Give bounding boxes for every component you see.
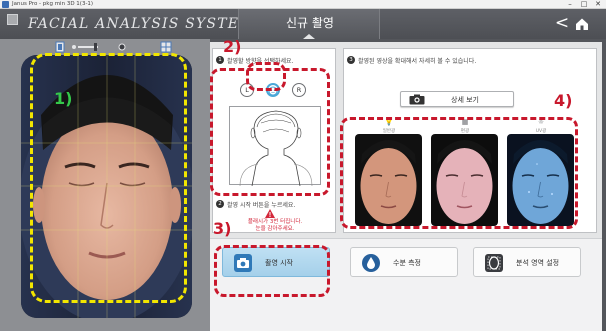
capture-instruction: 촬영 시작 버튼을 누르세요. xyxy=(227,202,296,209)
annotation-label-2: 2) xyxy=(223,37,242,56)
face-uv-image[interactable] xyxy=(507,134,574,226)
window-title: Janus Pro - pkg min 3D 1(3-1) xyxy=(12,1,94,7)
camera-icon xyxy=(234,254,252,272)
direction-left-button[interactable]: L xyxy=(240,83,254,97)
annotation-label-1: 1) xyxy=(54,89,73,108)
step-3-badge: 3 xyxy=(347,56,355,64)
annotation-label-3: 3) xyxy=(213,219,232,238)
grid-icon[interactable] xyxy=(160,41,172,53)
camera-preview[interactable] xyxy=(21,55,192,318)
window-title-bar: Janus Pro - pkg min 3D 1(3-1) – □ ✕ xyxy=(0,0,606,9)
uv-icon: ☼ xyxy=(537,118,545,126)
analysis-area-label: 분석 영역 설정 xyxy=(516,259,560,267)
head-position-guide xyxy=(229,106,321,187)
camera-zoom-icon xyxy=(409,94,425,105)
content-area: 1 촬영할 방향을 선택하세요. L R 2 촬영 시작 버튼을 누르세요. 플… xyxy=(210,42,602,331)
water-drop-icon xyxy=(362,254,380,272)
app-logo: FACIAL ANALYSIS SYSTEM xyxy=(28,16,255,32)
minimize-button[interactable]: – xyxy=(564,0,576,9)
moisture-measure-button[interactable]: 수분 측정 xyxy=(350,247,458,277)
start-capture-button[interactable]: 촬영 시작 xyxy=(222,247,330,277)
face-front-icon xyxy=(268,86,278,96)
start-capture-label: 촬영 시작 xyxy=(265,259,293,267)
direction-select-panel: 1 촬영할 방향을 선택하세요. L R 2 촬영 시작 버튼을 누르세요. 플… xyxy=(212,48,336,233)
direction-front-button[interactable] xyxy=(266,83,280,97)
detail-view-button[interactable]: 상세 보기 xyxy=(400,91,514,107)
maximize-button[interactable]: □ xyxy=(578,0,590,9)
portrait-icon[interactable] xyxy=(55,41,65,53)
polarize-icon: ▦ xyxy=(461,118,469,126)
face-normal-image[interactable] xyxy=(355,134,422,226)
face-preview-image xyxy=(21,55,192,318)
close-button[interactable]: ✕ xyxy=(592,0,604,9)
chevron-left-icon[interactable]: < xyxy=(554,12,570,34)
analysis-area-button[interactable]: 분석 영역 설정 xyxy=(473,247,581,277)
face-uv-photo xyxy=(507,134,574,226)
direction-instruction: 촬영할 방향을 선택하세요. xyxy=(227,58,294,65)
tab-notch xyxy=(303,34,315,39)
flash-warning: 플래시가 3번 터집니다. xyxy=(247,219,303,225)
action-bar: 촬영 시작 수분 측정 분석 영역 설정 xyxy=(210,238,602,331)
face-normal-photo xyxy=(355,134,422,226)
page-title: 신규 촬영 xyxy=(286,16,334,30)
page-title-tab: 신규 촬영 xyxy=(238,9,380,39)
face-polarized-image[interactable] xyxy=(431,134,498,226)
result-instruction: 촬영된 영상을 확대해서 자세히 볼 수 있습니다. xyxy=(358,58,477,65)
camera-toolbar xyxy=(55,41,172,53)
step-2-badge: 2 xyxy=(216,200,224,208)
app-header: FACIAL ANALYSIS SYSTEM 신규 촬영 < xyxy=(0,9,606,39)
direction-right-button[interactable]: R xyxy=(292,83,306,97)
capture-result-panel: 3 촬영된 영상을 확대해서 자세히 볼 수 있습니다. 상세 보기 💡 일반광… xyxy=(343,48,597,233)
bulb-icon: 💡 xyxy=(384,118,394,126)
moisture-measure-label: 수분 측정 xyxy=(393,259,421,267)
warning-icon xyxy=(265,209,275,218)
face-polarized-photo xyxy=(431,134,498,226)
head-outline-image xyxy=(239,110,313,187)
menu-button[interactable] xyxy=(7,14,18,25)
app-icon xyxy=(2,1,9,8)
camera-panel xyxy=(0,39,210,331)
eyes-warning: 눈을 감아주세요. xyxy=(255,226,295,232)
area-select-icon xyxy=(485,254,503,272)
detail-view-label: 상세 보기 xyxy=(451,96,479,104)
home-icon[interactable] xyxy=(575,17,589,31)
step-1-badge: 1 xyxy=(216,56,224,64)
slider-icon[interactable] xyxy=(72,43,126,51)
annotation-label-4: 4) xyxy=(554,91,573,110)
